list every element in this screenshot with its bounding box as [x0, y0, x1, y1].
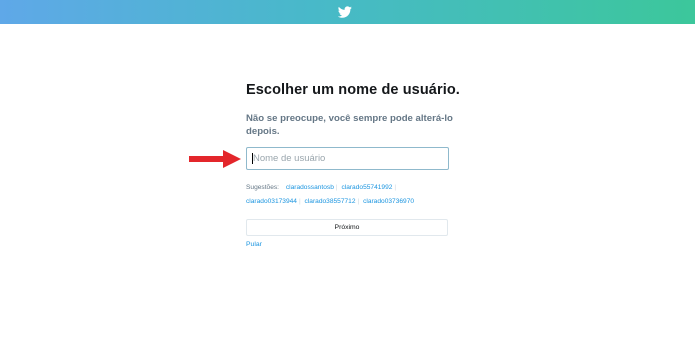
suggestions-label: Sugestões: [246, 184, 279, 191]
page-subtitle: Não se preocupe, você sempre pode alterá… [246, 113, 453, 137]
separator: | [335, 184, 338, 191]
top-bar [0, 0, 695, 24]
username-form: Escolher um nome de usuário. Não se preo… [246, 82, 460, 248]
separator: | [357, 198, 360, 205]
suggestion-5[interactable]: clarado03736970 [363, 198, 414, 205]
suggestions-list: Sugestões: claradossantosb | clarado55741… [246, 181, 461, 209]
username-input[interactable] [246, 147, 449, 170]
skip-link[interactable]: Pular [246, 241, 262, 248]
next-button[interactable]: Próximo [246, 219, 448, 236]
twitter-bird-icon[interactable] [338, 5, 352, 19]
page-title: Escolher um nome de usuário. [246, 82, 460, 98]
suggestion-2[interactable]: clarado55741992 [341, 184, 392, 191]
red-arrow-icon [189, 150, 241, 168]
suggestion-4[interactable]: clarado38557712 [305, 198, 356, 205]
text-caret [252, 153, 253, 164]
separator: | [298, 198, 301, 205]
suggestion-1[interactable]: claradossantosb [286, 184, 334, 191]
separator: | [394, 184, 397, 191]
suggestion-3[interactable]: clarado03173944 [246, 198, 297, 205]
